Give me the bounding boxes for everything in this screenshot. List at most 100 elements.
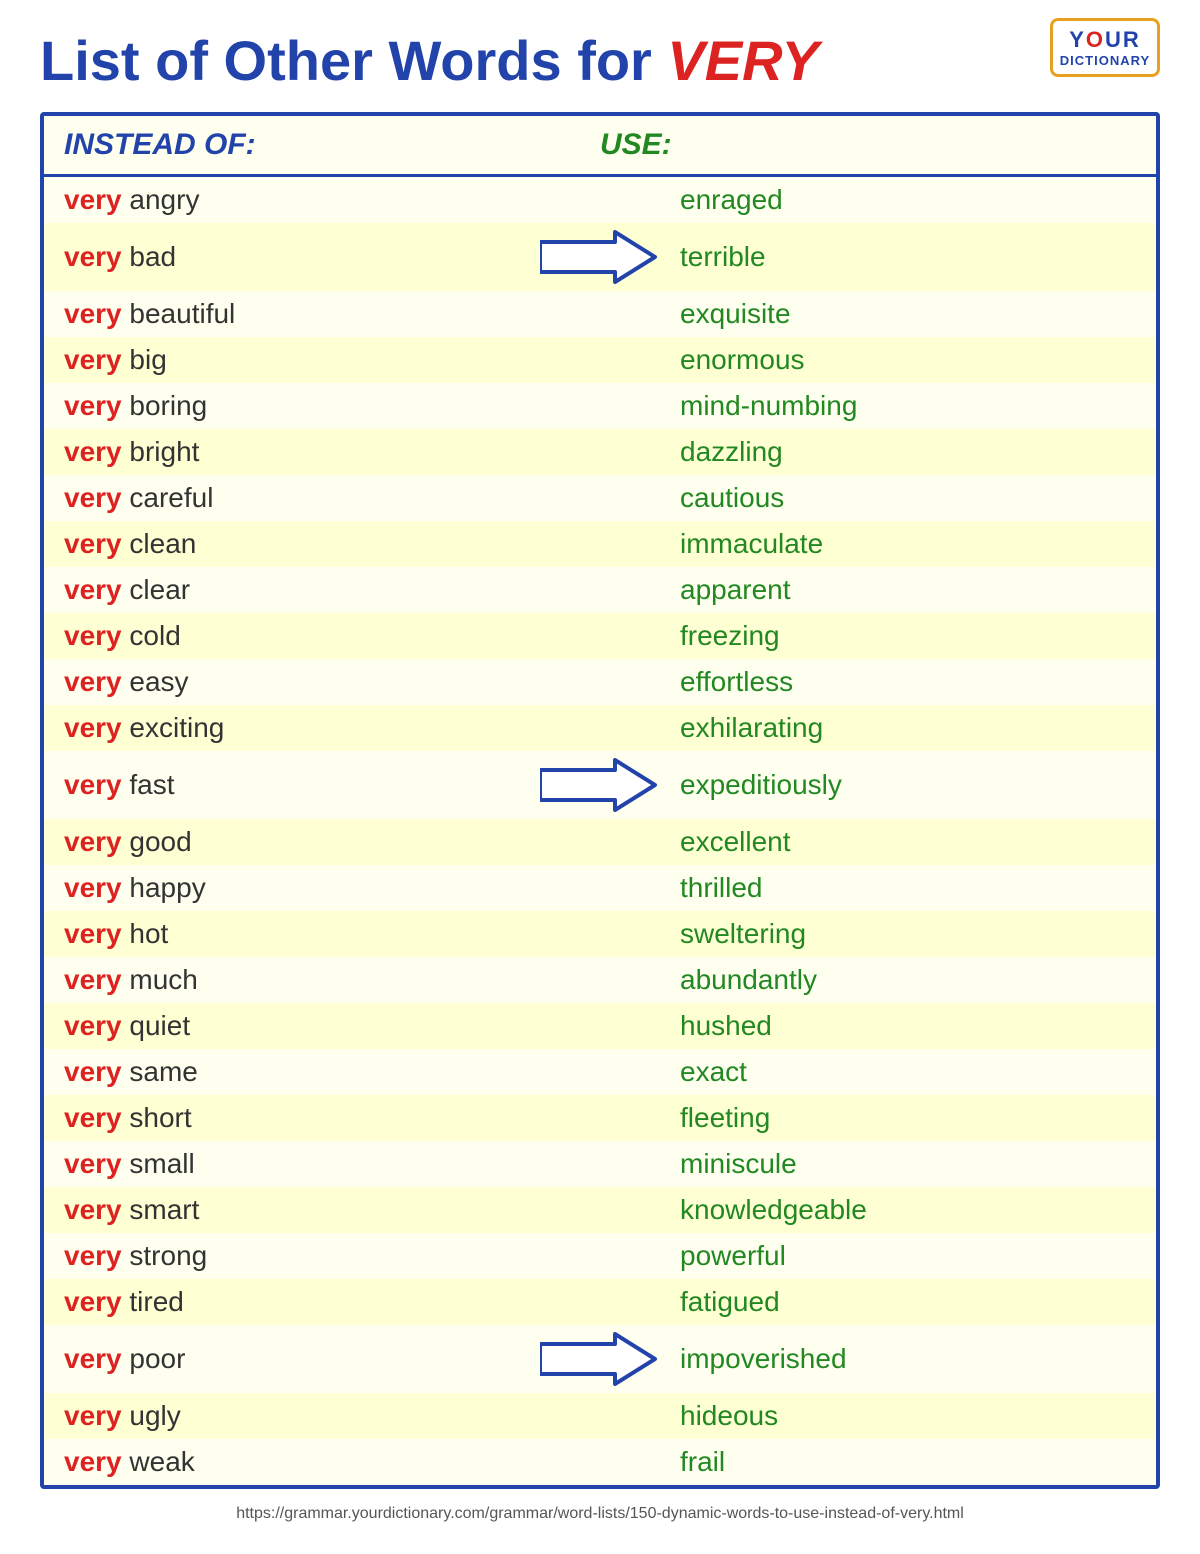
table-row: very happy thrilled [44, 865, 1156, 911]
arrow-icon [540, 227, 660, 287]
use-cell: thrilled [680, 872, 1136, 904]
arrow-icon [540, 1329, 660, 1389]
very-label: very [64, 1148, 122, 1179]
instead-cell: very poor [64, 1343, 520, 1375]
instead-cell: very beautiful [64, 298, 520, 330]
instead-cell: very big [64, 344, 520, 376]
use-cell: fatigued [680, 1286, 1136, 1318]
instead-cell: very clean [64, 528, 520, 560]
use-cell: apparent [680, 574, 1136, 606]
very-label: very [64, 1240, 122, 1271]
very-label: very [64, 872, 122, 903]
very-label: very [64, 344, 122, 375]
table-row: very fast expeditiously [44, 751, 1156, 819]
very-label: very [64, 712, 122, 743]
very-label: very [64, 1194, 122, 1225]
word-table: INSTEAD OF: USE: very angryenragedvery b… [40, 112, 1160, 1489]
very-label: very [64, 241, 122, 272]
instead-cell: very same [64, 1056, 520, 1088]
instead-cell: very quiet [64, 1010, 520, 1042]
very-label: very [64, 574, 122, 605]
table-row: very clearapparent [44, 567, 1156, 613]
table-row: very strongpowerful [44, 1233, 1156, 1279]
instead-cell: very cold [64, 620, 520, 652]
very-label: very [64, 918, 122, 949]
table-row: very bigenormous [44, 337, 1156, 383]
use-cell: terrible [680, 241, 1136, 273]
instead-cell: very bad [64, 241, 520, 273]
table-row: very tired fatigued [44, 1279, 1156, 1325]
table-row: very weak frail [44, 1439, 1156, 1485]
instead-cell: very much [64, 964, 520, 996]
table-row: very short fleeting [44, 1095, 1156, 1141]
arrow-icon [540, 755, 660, 815]
table-row: very excitingexhilarating [44, 705, 1156, 751]
very-label: very [64, 1446, 122, 1477]
use-cell: freezing [680, 620, 1136, 652]
arrow-cell [520, 227, 680, 287]
table-row: very quiethushed [44, 1003, 1156, 1049]
very-label: very [64, 1056, 122, 1087]
use-cell: excellent [680, 826, 1136, 858]
table-row: very careful cautious [44, 475, 1156, 521]
instead-cell: very short [64, 1102, 520, 1134]
use-cell: frail [680, 1446, 1136, 1478]
table-row: very small miniscule [44, 1141, 1156, 1187]
very-label: very [64, 298, 122, 329]
very-label: very [64, 1400, 122, 1431]
very-label: very [64, 482, 122, 513]
instead-cell: very fast [64, 769, 520, 801]
very-label: very [64, 1343, 122, 1374]
instead-cell: very happy [64, 872, 520, 904]
very-label: very [64, 620, 122, 651]
use-cell: effortless [680, 666, 1136, 698]
use-cell: exact [680, 1056, 1136, 1088]
instead-cell: very smart [64, 1194, 520, 1226]
table-row: very hotsweltering [44, 911, 1156, 957]
use-cell: cautious [680, 482, 1136, 514]
very-label: very [64, 1010, 122, 1041]
use-cell: powerful [680, 1240, 1136, 1272]
table-row: very beautiful exquisite [44, 291, 1156, 337]
table-row: very poor impoverished [44, 1325, 1156, 1393]
very-label: very [64, 184, 122, 215]
very-label: very [64, 826, 122, 857]
instead-cell: very boring [64, 390, 520, 422]
use-cell: dazzling [680, 436, 1136, 468]
instead-cell: very careful [64, 482, 520, 514]
instead-cell: very small [64, 1148, 520, 1180]
use-cell: exhilarating [680, 712, 1136, 744]
header-use: USE: [600, 128, 1136, 162]
instead-cell: very hot [64, 918, 520, 950]
instead-cell: very tired [64, 1286, 520, 1318]
table-row: very smartknowledgeable [44, 1187, 1156, 1233]
use-cell: expeditiously [680, 769, 1136, 801]
use-cell: miniscule [680, 1148, 1136, 1180]
instead-cell: very angry [64, 184, 520, 216]
logo-your: YOUR [1069, 27, 1141, 53]
use-cell: exquisite [680, 298, 1136, 330]
logo: YOUR DICTIONARY [1050, 18, 1160, 77]
use-cell: hideous [680, 1400, 1136, 1432]
very-label: very [64, 1102, 122, 1133]
table-row: very good excellent [44, 819, 1156, 865]
table-row: very cold freezing [44, 613, 1156, 659]
use-cell: enraged [680, 184, 1136, 216]
very-label: very [64, 666, 122, 697]
footer-url: https://grammar.yourdictionary.com/gramm… [40, 1505, 1160, 1523]
logo-dictionary: DICTIONARY [1060, 53, 1150, 68]
table-row: very clean immaculate [44, 521, 1156, 567]
table-row: very easyeffortless [44, 659, 1156, 705]
use-cell: fleeting [680, 1102, 1136, 1134]
use-cell: abundantly [680, 964, 1136, 996]
instead-cell: very weak [64, 1446, 520, 1478]
instead-cell: very good [64, 826, 520, 858]
use-cell: mind-numbing [680, 390, 1136, 422]
table-row: very bad terrible [44, 223, 1156, 291]
very-label: very [64, 1286, 122, 1317]
arrow-cell [520, 1329, 680, 1389]
very-label: very [64, 528, 122, 559]
very-label: very [64, 436, 122, 467]
table-row: very boring mind-numbing [44, 383, 1156, 429]
use-cell: immaculate [680, 528, 1136, 560]
